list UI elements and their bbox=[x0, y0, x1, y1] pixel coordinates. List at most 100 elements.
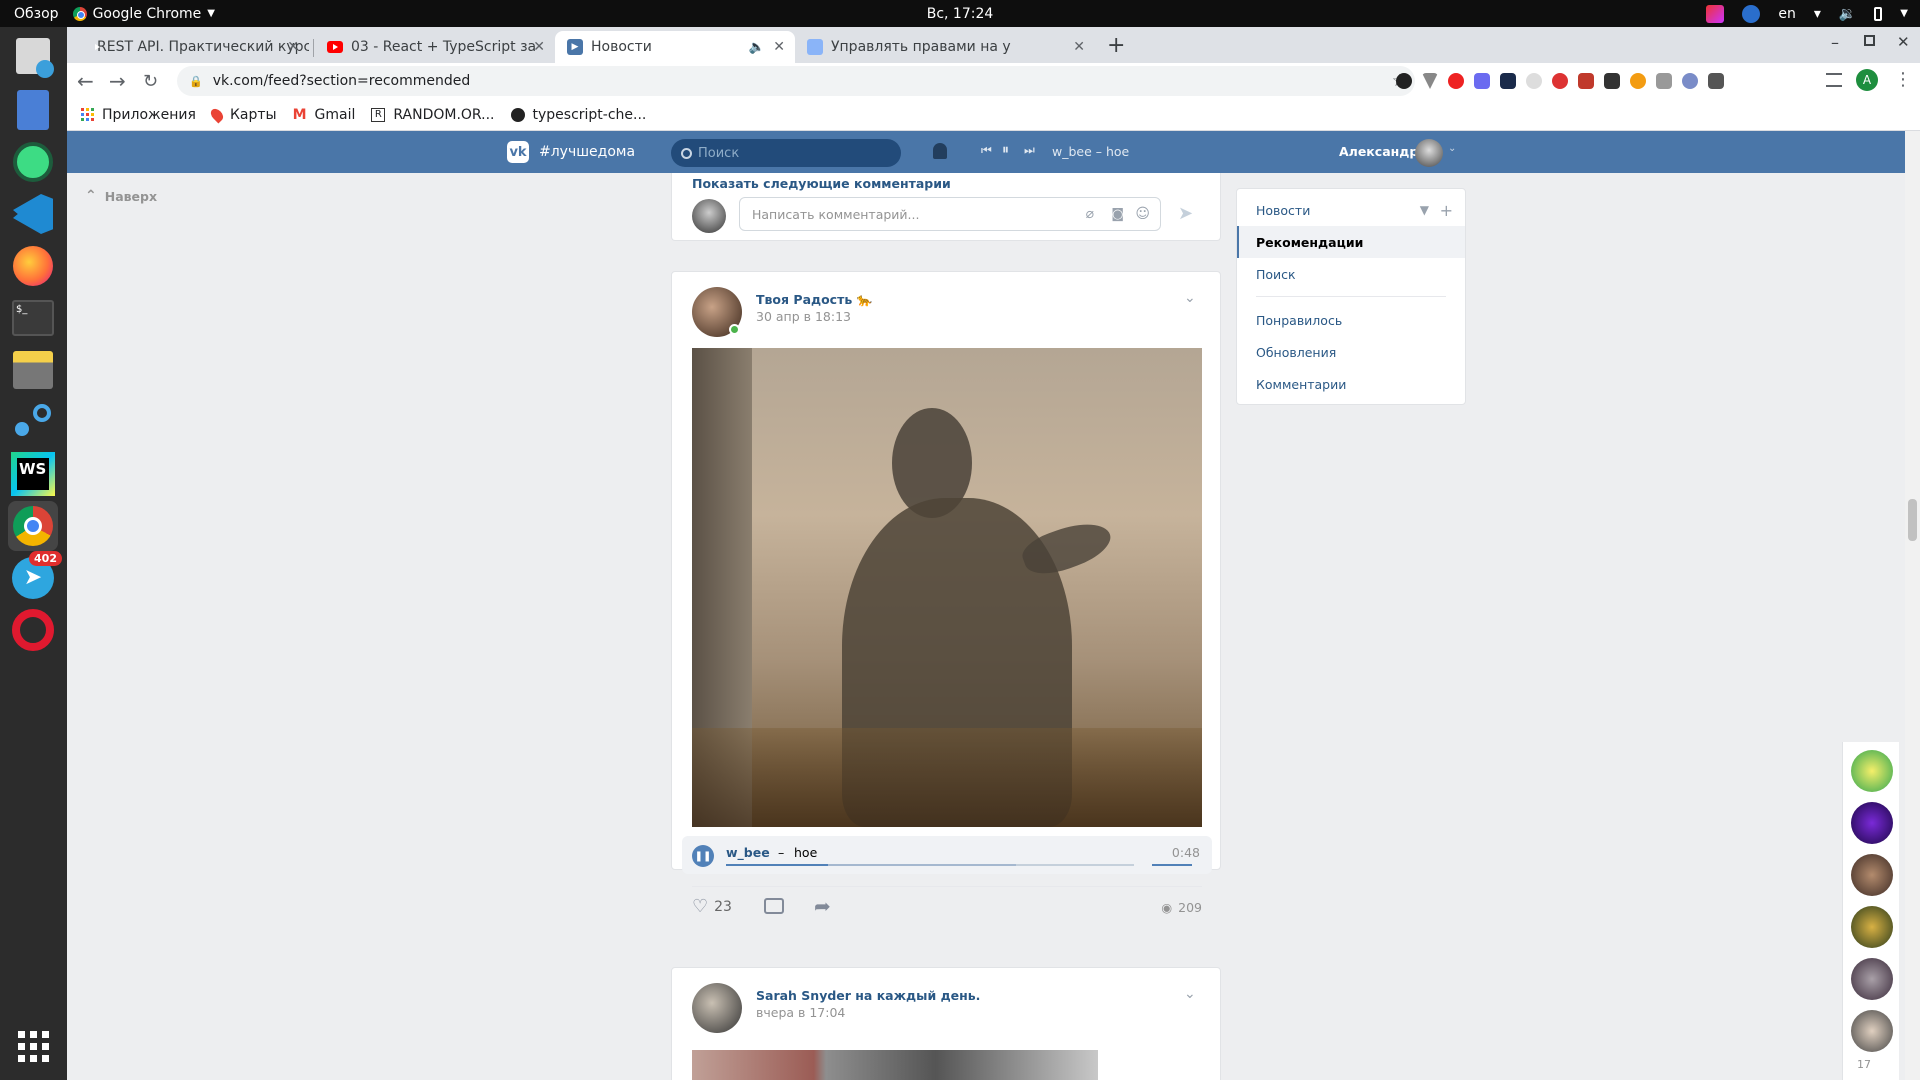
extension-icon[interactable] bbox=[1500, 73, 1516, 89]
tab-react-ts[interactable]: 03 - React + TypeScript за ✕ bbox=[315, 31, 555, 63]
menu-item-comments[interactable]: Комментарии bbox=[1237, 368, 1465, 400]
filter-icon[interactable]: ▼ bbox=[1420, 203, 1429, 217]
dock-telegram[interactable]: ➤ 402 bbox=[8, 551, 62, 603]
post-author-link[interactable]: Твоя Радость 🐆 bbox=[756, 292, 872, 308]
post-date[interactable]: вчера в 17:04 bbox=[756, 1005, 845, 1020]
emoji-icon[interactable]: ☺ bbox=[1135, 206, 1150, 222]
audio-volume-slider[interactable] bbox=[1152, 864, 1192, 866]
chat-avatar[interactable] bbox=[1851, 958, 1893, 1000]
back-to-top-button[interactable]: ⌃ Наверх bbox=[85, 188, 157, 204]
vk-brand-tag[interactable]: #лучшедома bbox=[539, 144, 635, 160]
bookmark-apps[interactable]: Приложения bbox=[81, 107, 196, 123]
tab-manage-rights[interactable]: Управлять правами на у ✕ bbox=[795, 31, 1095, 63]
extension-icon[interactable] bbox=[1604, 73, 1620, 89]
camera-icon[interactable]: ◙ bbox=[1111, 207, 1124, 222]
tab-news[interactable]: ▶ Новости 🔈 ✕ bbox=[555, 31, 795, 63]
post-photo[interactable] bbox=[692, 348, 1202, 827]
chat-avatar[interactable] bbox=[1851, 906, 1893, 948]
activities-button[interactable]: Обзор bbox=[0, 6, 73, 22]
author-avatar[interactable] bbox=[692, 983, 742, 1033]
previous-track-icon[interactable]: ⏮ bbox=[981, 143, 992, 158]
dock-installer[interactable] bbox=[8, 31, 58, 81]
extension-icon[interactable] bbox=[1552, 73, 1568, 89]
new-tab-button[interactable]: + bbox=[1107, 33, 1125, 58]
dock-webstorm[interactable]: WS bbox=[8, 449, 58, 499]
close-tab-icon[interactable]: ✕ bbox=[1073, 39, 1085, 55]
kebab-menu-icon[interactable]: ⋮ bbox=[1894, 69, 1912, 90]
clock[interactable]: Вс, 17:24 bbox=[0, 6, 1920, 22]
dock-firefox[interactable] bbox=[8, 241, 58, 291]
post-date[interactable]: 30 апр в 18:13 bbox=[756, 309, 851, 324]
menu-item-updates[interactable]: Обновления bbox=[1237, 336, 1465, 368]
extension-icon[interactable] bbox=[1682, 73, 1698, 89]
next-track-icon[interactable]: ⏭ bbox=[1024, 143, 1035, 158]
bookmark-maps[interactable]: Карты bbox=[208, 106, 277, 123]
extension-icon[interactable] bbox=[1656, 73, 1672, 89]
share-icon[interactable]: ➦ bbox=[814, 894, 831, 918]
audio-artist[interactable]: w_bee bbox=[726, 845, 770, 860]
maximize-button[interactable] bbox=[1864, 35, 1875, 46]
forward-button[interactable]: → bbox=[109, 69, 126, 93]
post-menu-chevron-icon[interactable]: ⌄ bbox=[1184, 290, 1196, 306]
chat-avatar[interactable] bbox=[1851, 802, 1893, 844]
power-menu-icon[interactable]: ▼ bbox=[1900, 8, 1908, 19]
bookmark-gmail[interactable]: M Gmail bbox=[293, 107, 356, 123]
like-button[interactable]: ♡ 23 bbox=[692, 896, 732, 917]
attach-icon[interactable]: ⌀ bbox=[1086, 206, 1094, 222]
post-menu-chevron-icon[interactable]: ⌄ bbox=[1184, 986, 1196, 1002]
menu-item-liked[interactable]: Понравилось bbox=[1237, 304, 1465, 336]
post-author-link[interactable]: Sarah Snyder на каждый день. bbox=[756, 988, 980, 1003]
dock-chrome[interactable] bbox=[8, 501, 58, 551]
tab-rest-api[interactable]: REST API. Практический курс ✕ bbox=[77, 31, 309, 63]
dock-steam[interactable] bbox=[8, 397, 58, 447]
extension-icon[interactable] bbox=[1526, 73, 1542, 89]
user-name[interactable]: Александр bbox=[1339, 144, 1418, 159]
user-avatar[interactable] bbox=[1415, 139, 1443, 167]
wifi-icon[interactable]: ▾ bbox=[1814, 6, 1821, 22]
app-menu[interactable]: Google Chrome ▼ bbox=[72, 6, 215, 22]
vk-logo[interactable]: vk bbox=[507, 141, 529, 163]
page-scrollbar[interactable] bbox=[1905, 131, 1920, 1080]
extension-icon[interactable] bbox=[1630, 73, 1646, 89]
menu-item-search[interactable]: Поиск bbox=[1237, 258, 1465, 290]
scrollbar-thumb[interactable] bbox=[1908, 499, 1917, 541]
menu-item-news[interactable]: Новости ▼ + bbox=[1237, 194, 1465, 226]
bookmark-typescript-cheatsheet[interactable]: typescript-che... bbox=[510, 107, 646, 123]
volume-icon[interactable]: 🔉 bbox=[1839, 6, 1856, 22]
show-applications-button[interactable] bbox=[8, 1021, 58, 1071]
dock-vscode[interactable] bbox=[8, 189, 58, 239]
header-player-track[interactable]: w_bee – hoe bbox=[1052, 144, 1129, 159]
dock-docs[interactable] bbox=[8, 85, 58, 135]
dock-files[interactable] bbox=[8, 345, 58, 395]
address-bar[interactable]: 🔒 vk.com/feed?section=recommended ☆ bbox=[177, 66, 1415, 96]
extension-icon[interactable] bbox=[1396, 73, 1412, 89]
close-tab-icon[interactable]: ✕ bbox=[287, 39, 299, 55]
battery-icon[interactable] bbox=[1874, 6, 1883, 21]
reading-list-icon[interactable] bbox=[1826, 73, 1842, 87]
chat-avatar[interactable] bbox=[1851, 1010, 1893, 1052]
show-more-comments-link[interactable]: Показать следующие комментарии bbox=[692, 176, 951, 191]
pause-icon[interactable]: ⏸ bbox=[1002, 142, 1009, 158]
reload-button[interactable]: ↻ bbox=[143, 71, 158, 92]
keyboard-layout[interactable]: en bbox=[1778, 6, 1796, 22]
extension-icon[interactable] bbox=[1578, 73, 1594, 89]
audio-playing-icon[interactable]: 🔈 bbox=[749, 40, 765, 55]
comment-input[interactable]: Написать комментарий... ⌀ ◙ ☺ bbox=[739, 197, 1161, 231]
dock-terminal[interactable]: $_ bbox=[8, 293, 58, 343]
add-icon[interactable]: + bbox=[1440, 201, 1453, 220]
extension-icon[interactable] bbox=[1448, 73, 1464, 89]
close-tab-icon[interactable]: ✕ bbox=[773, 39, 785, 55]
extension-icon[interactable] bbox=[1708, 73, 1724, 89]
menu-item-recommendations[interactable]: Рекомендации bbox=[1237, 226, 1465, 258]
chevron-down-icon[interactable]: ⌄ bbox=[1448, 143, 1456, 154]
back-button[interactable]: ← bbox=[77, 69, 94, 93]
post-photo[interactable] bbox=[692, 1050, 1098, 1080]
audio-attachment[interactable]: ❚❚ w_bee – hoe 0:48 bbox=[682, 836, 1212, 874]
minimize-button[interactable]: – bbox=[1831, 33, 1839, 52]
notification-indicator-icon[interactable] bbox=[1742, 4, 1761, 23]
online-friends-count[interactable]: 17 bbox=[1857, 1058, 1871, 1071]
dock-opera[interactable] bbox=[8, 605, 58, 655]
dock-android-studio[interactable] bbox=[8, 137, 58, 187]
profile-avatar[interactable]: A bbox=[1856, 69, 1878, 91]
comment-icon[interactable] bbox=[764, 898, 784, 914]
